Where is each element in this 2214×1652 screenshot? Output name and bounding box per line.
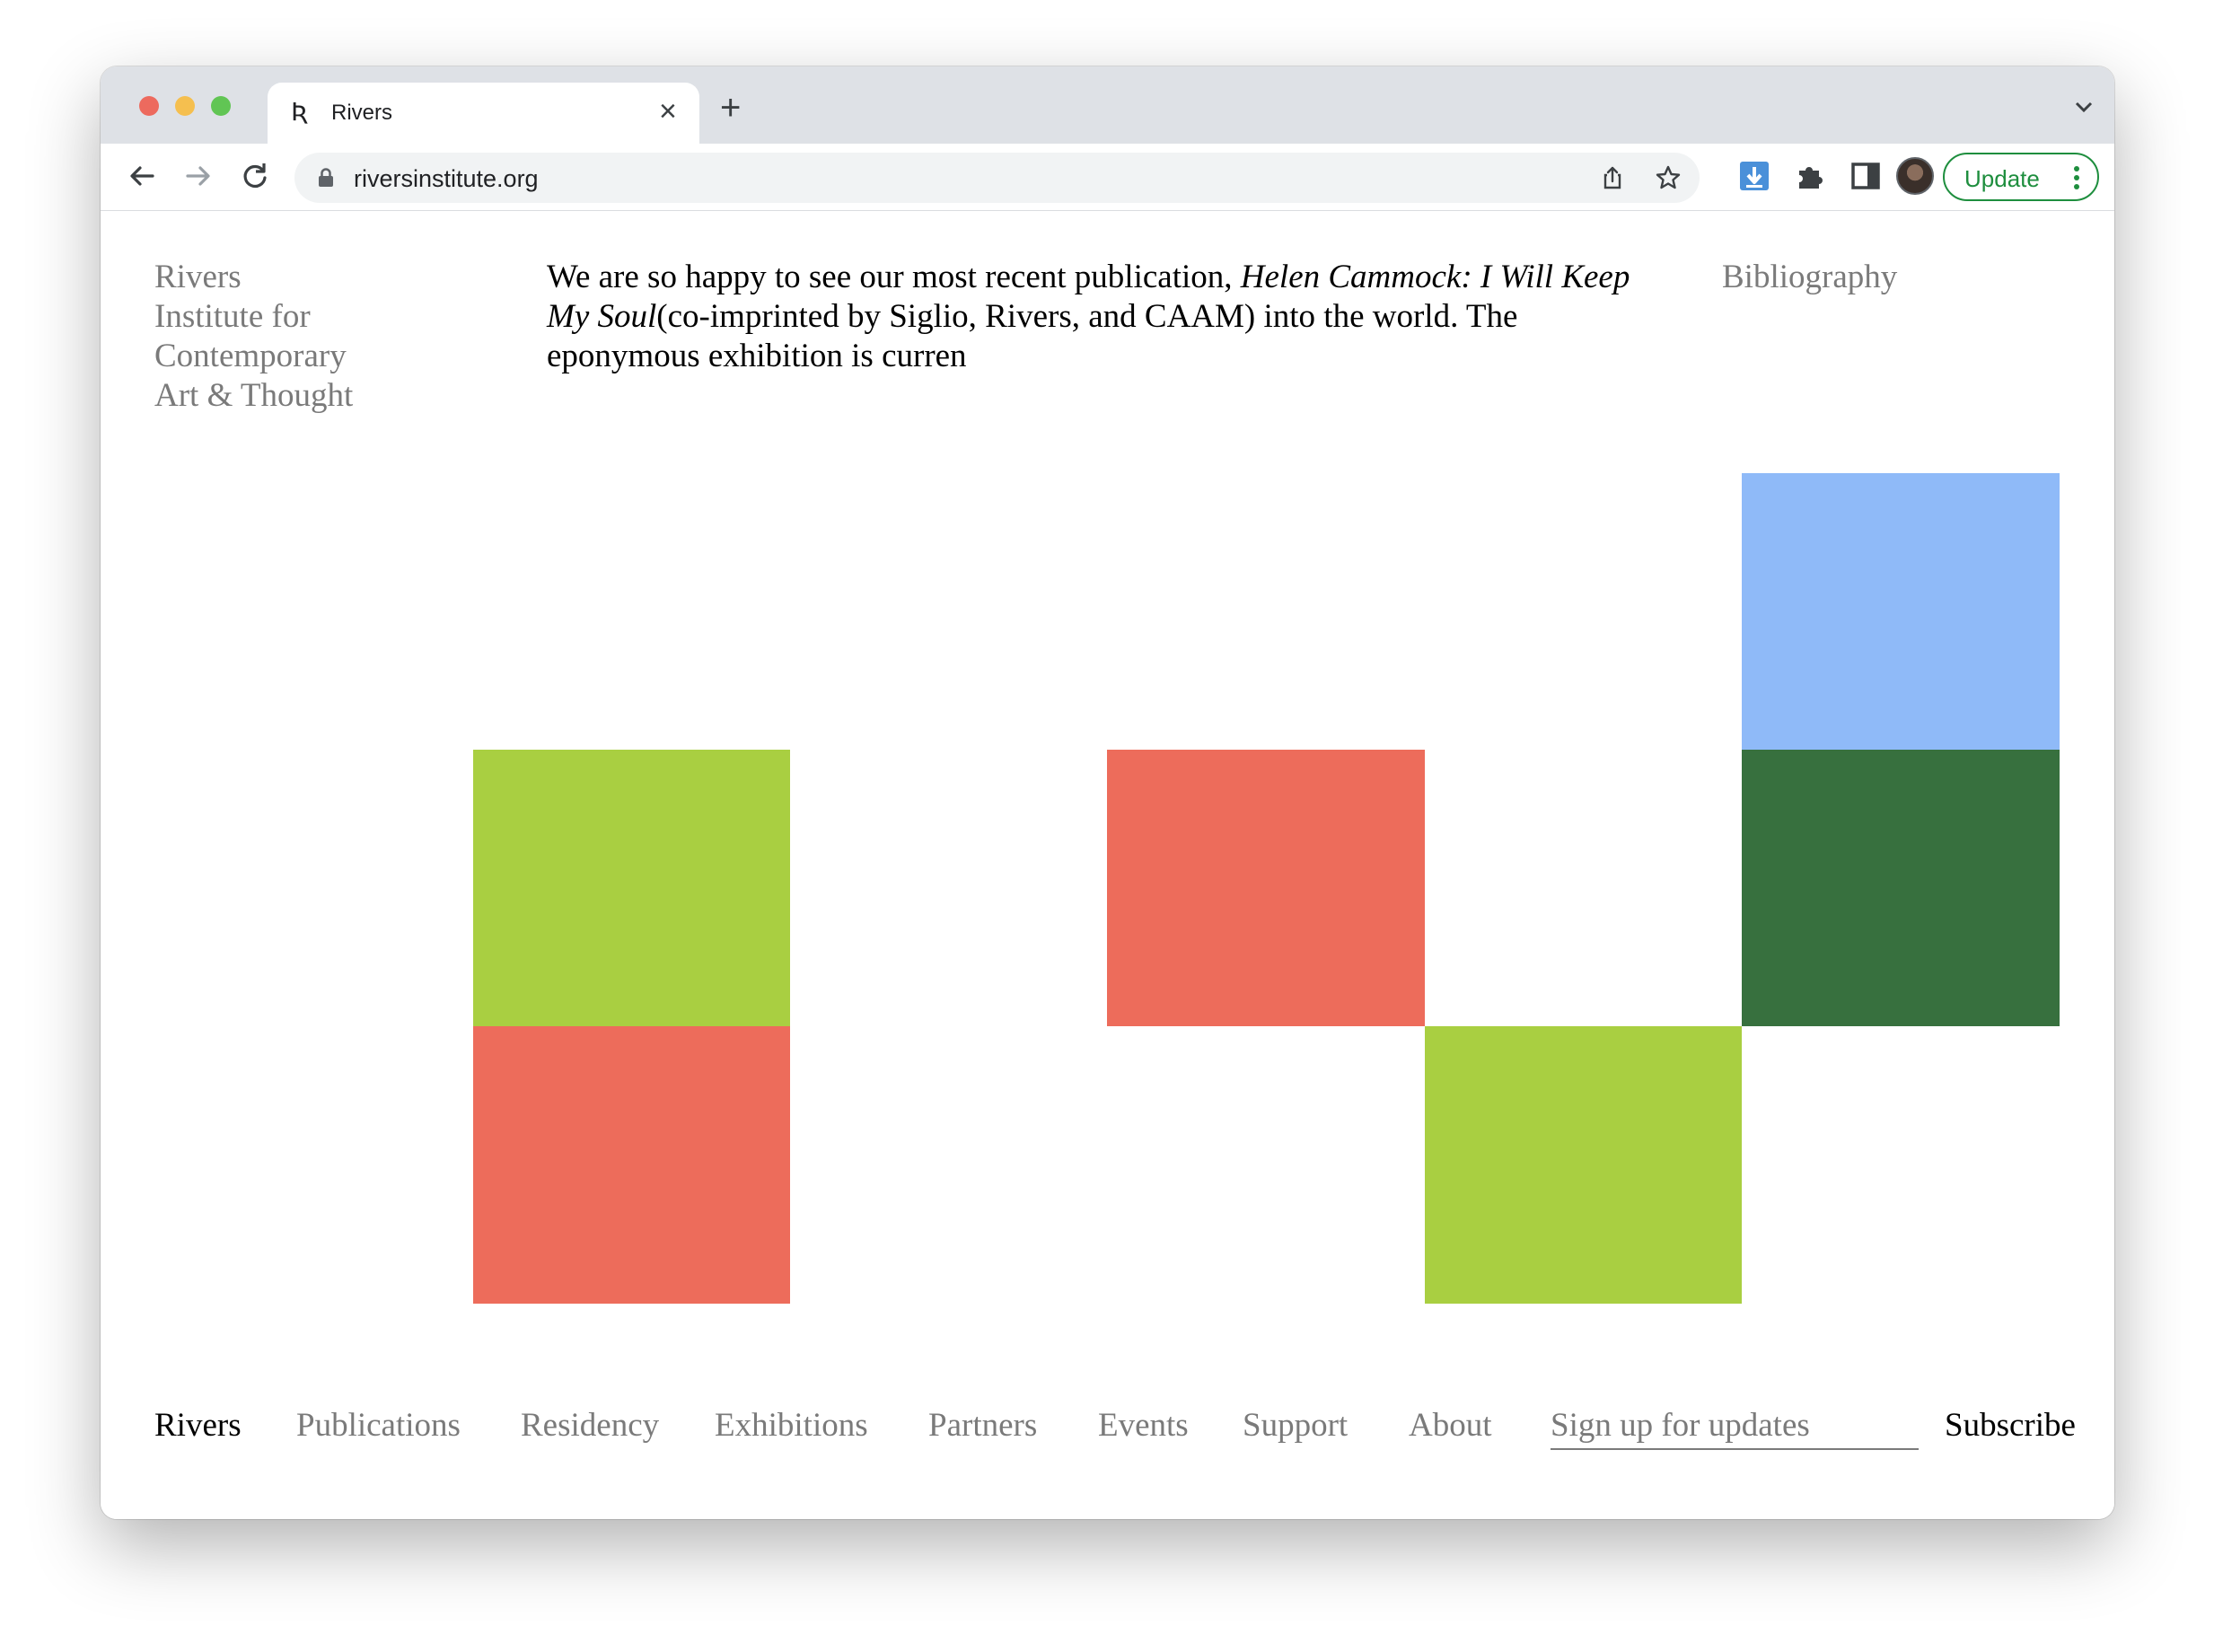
rivers-logo-link[interactable]: Rivers Institute for Contemporary Art & …: [154, 258, 478, 416]
share-icon[interactable]: [1598, 163, 1627, 192]
block-coral-2[interactable]: [1107, 750, 1425, 1026]
signup-email-input[interactable]: Sign up for updates: [1551, 1403, 1919, 1450]
tab-rivers[interactable]: Ʀ Rivers ×: [268, 83, 699, 144]
tab-list-chevron-icon[interactable]: [2075, 101, 2093, 113]
nav-about[interactable]: About: [1409, 1403, 1492, 1448]
reload-icon[interactable]: [237, 158, 273, 194]
maximize-window-button[interactable]: [211, 96, 231, 116]
star-icon[interactable]: [1654, 163, 1682, 192]
nav-rivers[interactable]: Rivers: [154, 1403, 242, 1448]
new-tab-button[interactable]: +: [720, 90, 741, 126]
download-extension-icon[interactable]: [1738, 160, 1770, 192]
nav-events[interactable]: Events: [1098, 1403, 1189, 1448]
nav-publications[interactable]: Publications: [296, 1403, 461, 1448]
nav-residency[interactable]: Residency: [521, 1403, 659, 1448]
block-lime-2[interactable]: [1425, 1026, 1742, 1304]
update-label: Update: [1964, 165, 2040, 192]
block-forest[interactable]: [1742, 750, 2060, 1026]
address-bar[interactable]: riversinstitute.org: [294, 153, 1700, 203]
lock-icon[interactable]: [318, 168, 334, 188]
tab-title: Rivers: [331, 101, 393, 125]
browser-window: Ʀ Rivers × + riversinstitute.org Update …: [101, 66, 2114, 1519]
intro-paragraph: We are so happy to see our most recent p…: [547, 258, 1678, 376]
page-content: Rivers Institute for Contemporary Art & …: [101, 211, 2114, 1519]
intro-text-after: (co-imprinted by Siglio, Rivers, and CAA…: [547, 298, 1518, 374]
bibliography-link[interactable]: Bibliography: [1722, 258, 1897, 297]
more-icon[interactable]: [2074, 165, 2079, 190]
block-lime-1[interactable]: [473, 750, 790, 1026]
browser-toolbar: riversinstitute.org Update: [101, 144, 2114, 211]
tab-strip: Ʀ Rivers × +: [101, 66, 2114, 144]
subscribe-button[interactable]: Subscribe: [1945, 1403, 2076, 1448]
minimize-window-button[interactable]: [175, 96, 195, 116]
back-icon[interactable]: [124, 158, 160, 194]
forward-icon[interactable]: [180, 158, 216, 194]
profile-avatar[interactable]: [1896, 157, 1934, 195]
intro-text-before: We are so happy to see our most recent p…: [547, 259, 1241, 295]
close-tab-icon[interactable]: ×: [659, 93, 677, 129]
puzzle-extension-icon[interactable]: [1794, 160, 1826, 192]
update-button[interactable]: Update: [1943, 153, 2099, 201]
nav-support[interactable]: Support: [1243, 1403, 1348, 1448]
close-window-button[interactable]: [139, 96, 159, 116]
rivers-favicon-icon: Ʀ: [291, 97, 309, 127]
block-coral-1[interactable]: [473, 1026, 790, 1304]
block-sky[interactable]: [1742, 473, 2060, 750]
nav-partners[interactable]: Partners: [928, 1403, 1037, 1448]
url-text: riversinstitute.org: [354, 165, 539, 192]
side-panel-icon[interactable]: [1849, 160, 1882, 192]
nav-exhibitions[interactable]: Exhibitions: [715, 1403, 868, 1448]
bottom-navigation: Rivers Publications Residency Exhibition…: [101, 1403, 2114, 1475]
